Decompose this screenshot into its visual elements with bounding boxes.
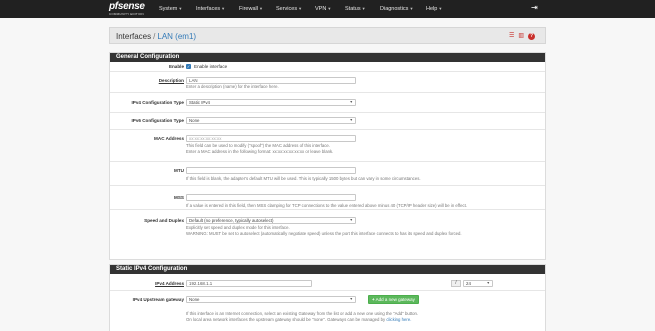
mss-help: If a value is entered in this field, the…: [186, 203, 468, 208]
mss-row: MSS If a value is entered in this field,…: [110, 186, 545, 210]
speed-row: Speed and Duplex Default (no preference,…: [110, 210, 545, 242]
logout-icon[interactable]: ⇥: [531, 4, 539, 12]
nav-help[interactable]: Help▼: [426, 5, 442, 13]
ipv6-type-select[interactable]: None ▼: [186, 117, 356, 124]
pfsense-logo[interactable]: pfsense COMMUNITY EDITION: [109, 1, 152, 17]
enable-checkbox-label[interactable]: Enable interface: [194, 64, 227, 69]
breadcrumb-separator: /: [153, 32, 156, 41]
caret-down-icon: ▼: [258, 6, 263, 11]
gateway-row: IPv4 Upstream gateway None ▼ +Add a new g…: [110, 292, 545, 331]
help-icon[interactable]: ?: [528, 33, 535, 40]
ipv4-address-input[interactable]: 192.168.1.1: [186, 280, 312, 287]
enable-label: Enable: [168, 64, 184, 69]
ipv4-type-select[interactable]: Static IPv4 ▼: [186, 99, 356, 106]
nav-services-label: Services: [276, 6, 298, 12]
gateway-label: IPv4 Upstream gateway: [132, 297, 184, 302]
enable-row: Enable ✓ Enable interface: [110, 62, 545, 72]
speed-value: Default (no preference, typically autose…: [189, 218, 274, 223]
chevron-down-icon: ▼: [349, 118, 353, 122]
breadcrumb-actions: ☰ ▥ ?: [509, 32, 535, 41]
chevron-down-icon: ▼: [349, 100, 353, 104]
panel-title: General Configuration: [110, 53, 545, 62]
breadcrumb-parent[interactable]: Interfaces: [116, 32, 151, 41]
nav-status-label: Status: [345, 6, 361, 12]
ipv4-type-row: IPv4 Configuration Type Static IPv4 ▼: [110, 94, 545, 113]
ipv6-type-value: None: [189, 118, 200, 123]
logo-prefix: pf: [109, 1, 118, 12]
logo-edition: COMMUNITY EDITION: [109, 12, 144, 16]
panel-title: Static IPv4 Configuration: [110, 265, 545, 274]
nav-services[interactable]: Services▼: [276, 5, 302, 13]
mtu-help: If this field is blank, the adapter's de…: [186, 176, 421, 181]
mac-input[interactable]: xx:xx:xx:xx:xx:xx: [186, 135, 356, 142]
mac-row: MAC Address xx:xx:xx:xx:xx:xx This field…: [110, 130, 545, 162]
description-row: Description LAN Enter a description (nam…: [110, 73, 545, 93]
description-label: Description: [158, 78, 184, 83]
mac-help-2: Enter a MAC address in the following for…: [186, 149, 334, 154]
mac-label: MAC Address: [154, 136, 184, 141]
cidr-value: 24: [466, 281, 471, 286]
ipv4-address-label: IPv4 Address: [155, 281, 184, 286]
chevron-down-icon: ▼: [486, 281, 490, 285]
mtu-row: MTU If this field is blank, the adapter'…: [110, 162, 545, 186]
logo-name: sense: [117, 1, 145, 12]
nav-vpn[interactable]: VPN▼: [315, 5, 331, 13]
ipv6-type-row: IPv6 Configuration Type None ▼: [110, 113, 545, 130]
cidr-select[interactable]: 24 ▼: [463, 280, 493, 287]
mtu-input[interactable]: [186, 167, 356, 174]
manage-gateways-link[interactable]: clicking here.: [386, 317, 411, 322]
gateway-value: None: [189, 297, 200, 302]
caret-down-icon: ▼: [221, 6, 226, 11]
speed-select[interactable]: Default (no preference, typically autose…: [186, 217, 356, 224]
chevron-down-icon: ▼: [349, 218, 353, 222]
ipv4-address-row: IPv4 Address 192.168.1.1 / 24 ▼: [110, 277, 545, 291]
ipv6-type-label: IPv6 Configuration Type: [131, 118, 185, 123]
caret-down-icon: ▼: [327, 6, 332, 11]
speed-help-2: WARNING: MUST be set to autoselect (auto…: [186, 231, 462, 236]
nav-firewall-label: Firewall: [239, 6, 258, 12]
chevron-down-icon: ▼: [349, 297, 353, 301]
mtu-label: MTU: [174, 168, 184, 173]
general-configuration-panel: General Configuration Enable ✓ Enable in…: [109, 52, 546, 260]
caret-down-icon: ▼: [438, 6, 443, 11]
nav-system[interactable]: System▼: [159, 5, 182, 13]
caret-down-icon: ▼: [409, 6, 414, 11]
nav-diagnostics[interactable]: Diagnostics▼: [380, 5, 413, 13]
plus-icon: +: [372, 297, 375, 302]
gateway-help-2-wrap: On local area network interfaces the ups…: [186, 317, 411, 323]
gateway-select[interactable]: None ▼: [186, 296, 356, 303]
gateway-help-2: On local area network interfaces the ups…: [186, 317, 386, 322]
breadcrumb-bar: Interfaces / LAN (em1) ☰ ▥ ?: [109, 27, 546, 44]
ipv4-type-value: Static IPv4: [189, 100, 210, 105]
nav-vpn-label: VPN: [315, 6, 327, 12]
add-gateway-button[interactable]: +Add a new gateway: [368, 295, 419, 304]
mss-label: MSS: [174, 195, 184, 200]
nav-system-label: System: [159, 6, 178, 12]
nav-diagnostics-label: Diagnostics: [380, 6, 409, 12]
description-input[interactable]: LAN: [186, 77, 356, 84]
nav-help-label: Help: [426, 6, 438, 12]
ipv4-type-label: IPv4 Configuration Type: [131, 100, 185, 105]
chart-icon[interactable]: ▥: [518, 32, 524, 41]
breadcrumb: Interfaces / LAN (em1): [116, 31, 196, 42]
enable-checkbox[interactable]: ✓: [186, 64, 191, 69]
caret-down-icon: ▼: [178, 6, 183, 11]
top-navbar: pfsense COMMUNITY EDITION System▼ Interf…: [0, 0, 655, 18]
speed-label: Speed and Duplex: [144, 218, 184, 223]
mss-input[interactable]: [186, 194, 356, 201]
nav-firewall[interactable]: Firewall▼: [239, 5, 263, 13]
cidr-separator: /: [451, 280, 461, 287]
nav-interfaces-label: Interfaces: [196, 6, 221, 12]
static-ipv4-panel: Static IPv4 Configuration IPv4 Address 1…: [109, 264, 546, 331]
nav-interfaces[interactable]: Interfaces▼: [196, 5, 225, 13]
nav-status[interactable]: Status▼: [345, 5, 366, 13]
caret-down-icon: ▼: [361, 6, 366, 11]
description-help: Enter a description (name) for the inter…: [186, 84, 279, 89]
add-gateway-label: Add a new gateway: [375, 297, 415, 302]
breadcrumb-current[interactable]: LAN (em1): [157, 32, 196, 41]
sliders-icon[interactable]: ☰: [509, 32, 514, 41]
caret-down-icon: ▼: [298, 6, 303, 11]
